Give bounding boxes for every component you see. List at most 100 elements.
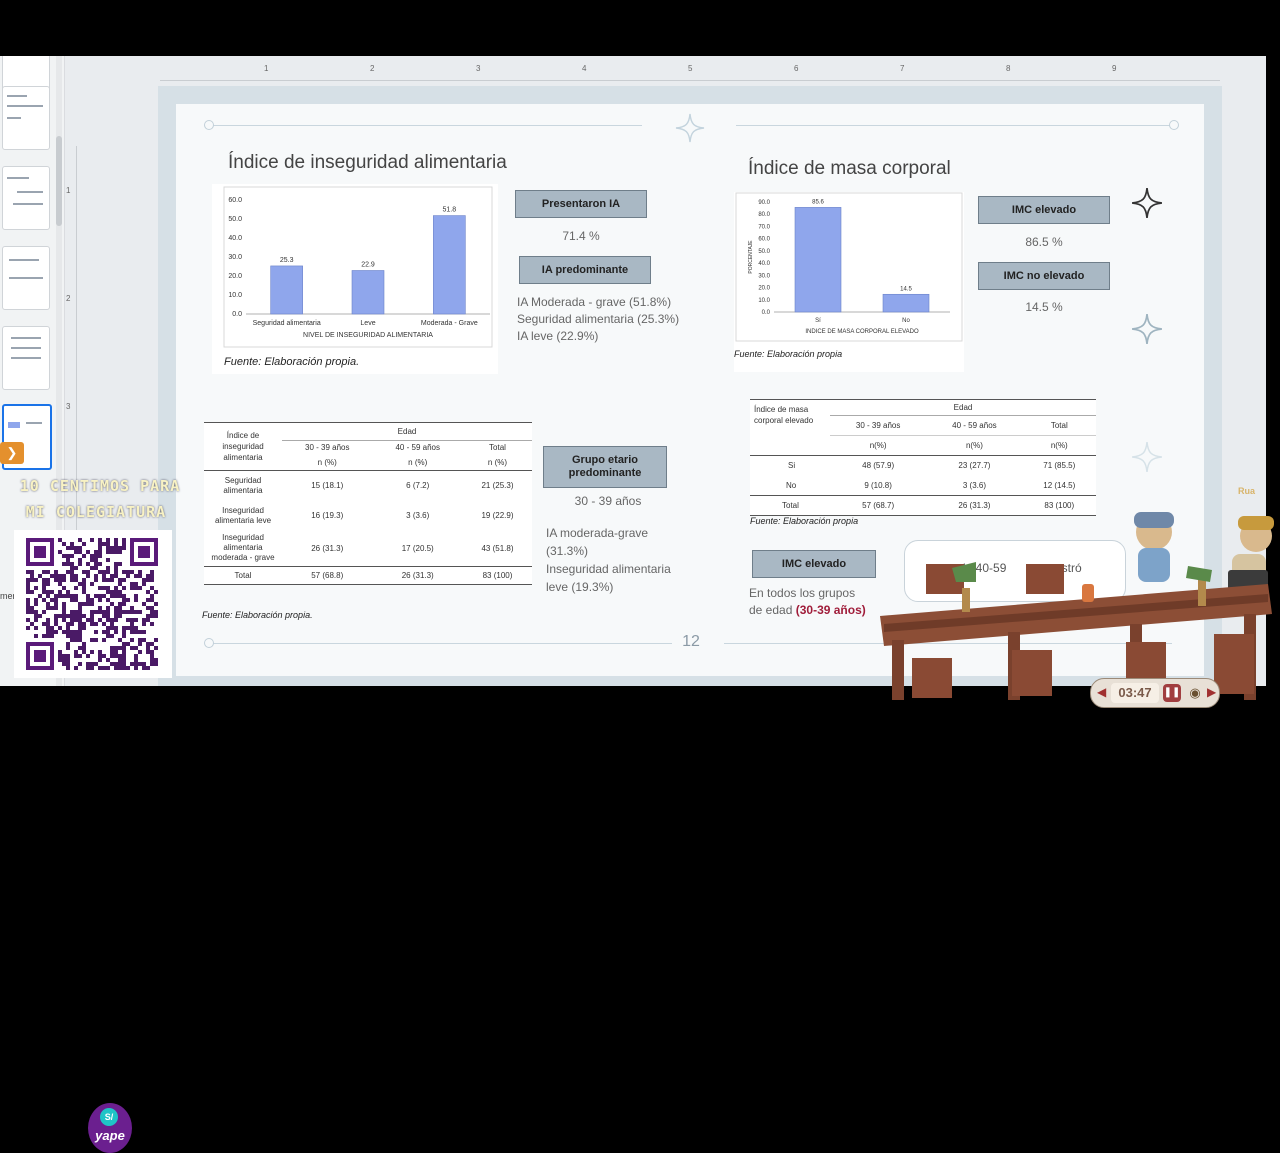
qr-module [54, 578, 58, 582]
table-cell: Inseguridad alimentaria moderada - grave [211, 533, 275, 563]
qr-module [150, 622, 154, 626]
page-number: 12 [682, 633, 700, 650]
table-col-header: 40 - 59 años [926, 415, 1023, 436]
arrow-left-icon[interactable]: ◀ [1097, 685, 1106, 699]
table-cell: Seguridad alimentaria [223, 475, 263, 495]
slide-thumbnail[interactable] [2, 166, 50, 230]
qr-module [154, 590, 158, 594]
qr-module [114, 546, 118, 550]
qr-module [86, 654, 90, 658]
chevron-right-icon[interactable]: ❯ [0, 442, 24, 464]
qr-module [126, 610, 130, 614]
qr-module [74, 578, 78, 582]
qr-module [150, 598, 154, 602]
y-tick-label: 50.0 [228, 216, 242, 223]
qr-module [126, 574, 130, 578]
qr-module [122, 626, 126, 630]
qr-module [82, 642, 86, 646]
qr-module [26, 610, 30, 614]
qr-module [82, 590, 86, 594]
arrow-right-icon[interactable]: ▶ [1207, 685, 1216, 699]
qr-module [78, 630, 82, 634]
qr-module [90, 618, 94, 622]
qr-module [114, 610, 118, 614]
qr-module [154, 602, 158, 606]
qr-module [122, 650, 126, 654]
qr-module [118, 666, 122, 670]
qr-finder [34, 650, 46, 662]
qr-module [114, 654, 118, 658]
qr-module [126, 598, 130, 602]
table-cell: 17 (20.5) [401, 543, 434, 553]
qr-module [58, 550, 62, 554]
qr-module [122, 602, 126, 606]
pause-icon[interactable]: ❚❚ [1163, 684, 1181, 702]
qr-module [134, 630, 138, 634]
qr-module [66, 654, 70, 658]
decor-line [212, 125, 642, 126]
grupo-etario-note: IA moderada-grave (31.3%) Inseguridad al… [546, 524, 706, 596]
x-tick-label: No [902, 318, 910, 324]
qr-module [86, 550, 90, 554]
qr-module [122, 570, 126, 574]
x-axis-label: NIVEL DE INSEGURIDAD ALIMENTARIA [303, 332, 433, 339]
slide-thumbnail[interactable] [2, 246, 50, 310]
qr-module [134, 598, 138, 602]
qr-module [94, 574, 98, 578]
qr-module [150, 642, 154, 646]
qr-module [90, 662, 94, 666]
sparkle-icon [1132, 188, 1162, 218]
qr-module [114, 570, 118, 574]
slide-thumbnail[interactable] [2, 326, 50, 390]
qr-module [98, 598, 102, 602]
qr-module [134, 586, 138, 590]
qr-module [94, 562, 98, 566]
qr-module [106, 618, 110, 622]
qr-module [118, 614, 122, 618]
qr-module [74, 666, 78, 670]
qr-module [150, 650, 154, 654]
qr-module [74, 610, 78, 614]
qr-module [110, 662, 114, 666]
study-desk-sticker [880, 512, 1274, 700]
sparkle-icon [675, 113, 705, 143]
imc-no-elevado-tag: IMC no elevado [978, 262, 1110, 290]
qr-module [42, 590, 46, 594]
qr-module [146, 574, 150, 578]
table-col-unit: n(%) [1022, 435, 1096, 456]
qr-module [106, 626, 110, 630]
qr-module [146, 614, 150, 618]
slide-thumbnail[interactable] [2, 86, 50, 150]
qr-module [138, 586, 142, 590]
eye-icon[interactable]: ◉ [1185, 684, 1205, 702]
scrollbar-thumb[interactable] [56, 136, 62, 226]
qr-module [142, 666, 146, 670]
qr-module [106, 630, 110, 634]
qr-module [46, 626, 50, 630]
qr-module [82, 586, 86, 590]
qr-module [34, 598, 38, 602]
qr-module [34, 578, 38, 582]
qr-module [138, 638, 142, 642]
promo-line: 10 CENTIMOS PARA [19, 477, 181, 495]
qr-module [86, 666, 90, 670]
qr-module [54, 614, 58, 618]
qr-module [146, 642, 150, 646]
qr-module [42, 622, 46, 626]
x-axis-label: INDICE DE MASA CORPORAL ELEVADO [805, 329, 919, 335]
qr-module [66, 546, 70, 550]
qr-module [74, 598, 78, 602]
qr-module [154, 646, 158, 650]
y-tick-label: 40.0 [228, 235, 242, 242]
qr-module [130, 622, 134, 626]
qr-module [66, 666, 70, 670]
qr-module [90, 610, 94, 614]
qr-module [78, 610, 82, 614]
qr-module [118, 606, 122, 610]
qr-module [90, 538, 94, 542]
qr-module [82, 582, 86, 586]
qr-module [62, 594, 66, 598]
qr-module [62, 630, 66, 634]
qr-module [130, 638, 134, 642]
qr-module [102, 574, 106, 578]
